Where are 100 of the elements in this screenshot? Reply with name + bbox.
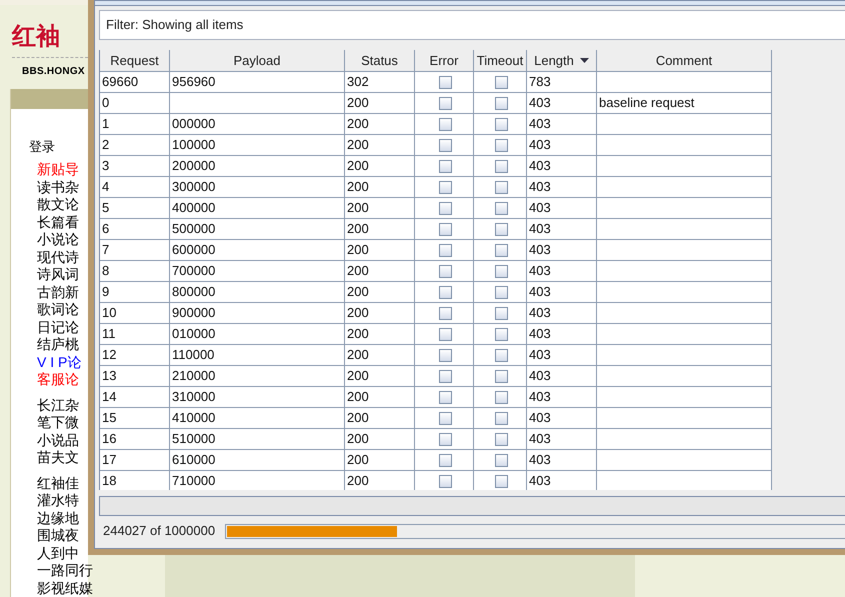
column-header[interactable]: Timeout — [474, 50, 527, 72]
forum-link[interactable]: 围城夜 — [37, 527, 79, 544]
table-cell: 200 — [345, 177, 415, 198]
forum-link[interactable]: 散文论 — [37, 196, 79, 214]
table-cell: 900000 — [170, 303, 345, 324]
checkbox[interactable] — [438, 264, 452, 278]
table-cell: 200000 — [170, 156, 345, 177]
checkbox[interactable] — [494, 96, 508, 110]
checkbox[interactable] — [438, 286, 452, 298]
checkbox[interactable] — [494, 454, 508, 466]
login-link[interactable]: 登录 — [29, 139, 55, 155]
checkbox[interactable] — [494, 202, 508, 214]
checkbox[interactable] — [494, 412, 508, 424]
forum-link[interactable]: V I P论 — [37, 354, 82, 371]
forum-link[interactable]: 结庐桃 — [37, 336, 79, 354]
table-cell: 500000 — [170, 219, 345, 240]
checkbox[interactable] — [494, 432, 508, 446]
checkbox[interactable] — [438, 370, 452, 382]
checkbox[interactable] — [494, 390, 508, 404]
checkbox[interactable] — [494, 180, 508, 194]
checkbox[interactable] — [438, 96, 452, 110]
column-header[interactable]: Request — [100, 50, 170, 72]
table-cell: 403 — [527, 324, 597, 345]
table-cell: 403 — [527, 282, 597, 303]
checkbox[interactable] — [438, 222, 452, 236]
table-cell: 510000 — [170, 429, 345, 450]
forum-link[interactable]: 灌水特 — [37, 492, 79, 510]
checkbox[interactable] — [438, 180, 452, 194]
table-cell: 610000 — [170, 450, 345, 471]
table-cell: 10 — [100, 303, 170, 324]
checkbox[interactable] — [438, 76, 452, 88]
checkbox[interactable] — [438, 474, 452, 488]
forum-link[interactable]: 诗风词 — [37, 266, 79, 284]
forum-link[interactable]: 长江杂 — [37, 396, 79, 414]
table-cell: 0 — [100, 93, 170, 114]
checkbox[interactable] — [494, 244, 508, 256]
checkbox[interactable] — [494, 306, 508, 320]
checkbox[interactable] — [494, 370, 508, 382]
checkbox[interactable] — [494, 328, 508, 340]
forum-link[interactable]: 古韵新 — [37, 284, 79, 301]
table-cell: 200 — [345, 261, 415, 282]
checkbox[interactable] — [438, 390, 452, 404]
checkbox[interactable] — [438, 244, 452, 256]
forum-link[interactable]: 一路同行 — [37, 562, 93, 580]
forum-link[interactable]: 客服论 — [37, 371, 79, 388]
forum-link[interactable]: 人到中 — [37, 544, 79, 562]
column-header[interactable]: Error — [415, 50, 474, 72]
forum-link[interactable]: 红袖佳 — [37, 474, 79, 492]
forum-link[interactable]: 苗夫文 — [37, 449, 79, 466]
checkbox[interactable] — [438, 202, 452, 214]
checkbox[interactable] — [438, 328, 452, 340]
column-header[interactable]: Comment — [597, 50, 772, 72]
forum-link[interactable]: 读书杂 — [37, 178, 79, 196]
forum-link[interactable]: 长篇看 — [37, 214, 79, 231]
table-cell: 7 — [100, 240, 170, 261]
forum-link[interactable]: 歌词论 — [37, 301, 79, 318]
table-cell: 200 — [345, 387, 415, 408]
checkbox[interactable] — [494, 76, 508, 88]
horizontal-scrollbar[interactable] — [99, 496, 845, 516]
table-cell: 12 — [100, 345, 170, 366]
checkbox[interactable] — [438, 454, 452, 466]
forum-link[interactable]: 新贴导 — [37, 161, 79, 178]
forum-link[interactable]: 影视纸媒 — [37, 580, 93, 597]
table-cell: 200 — [345, 324, 415, 345]
checkbox[interactable] — [438, 160, 452, 172]
checkbox[interactable] — [494, 222, 508, 236]
column-header[interactable]: Status — [345, 50, 415, 72]
checkbox[interactable] — [494, 348, 508, 362]
table-cell: 200 — [345, 240, 415, 261]
table-cell: 200 — [345, 366, 415, 387]
forum-link[interactable]: 边缘地 — [37, 510, 79, 527]
forum-link[interactable]: 现代诗 — [37, 248, 79, 266]
checkbox[interactable] — [438, 138, 452, 152]
forum-link[interactable]: 日记论 — [37, 318, 79, 336]
checkbox[interactable] — [438, 432, 452, 446]
forum-link[interactable]: 小说品 — [37, 432, 79, 449]
checkbox[interactable] — [494, 286, 508, 298]
column-header[interactable]: Length — [527, 50, 597, 72]
table-cell: 8 — [100, 261, 170, 282]
checkbox[interactable] — [494, 264, 508, 278]
checkbox[interactable] — [438, 348, 452, 362]
table-cell: 200 — [345, 450, 415, 471]
checkbox[interactable] — [438, 412, 452, 424]
filter-bar[interactable]: Filter: Showing all items — [99, 10, 845, 40]
checkbox[interactable] — [438, 118, 452, 130]
checkbox[interactable] — [494, 138, 508, 152]
column-header[interactable]: Payload — [170, 50, 345, 72]
table-cell: 200 — [345, 156, 415, 177]
checkbox[interactable] — [494, 474, 508, 488]
checkbox[interactable] — [494, 160, 508, 172]
forum-link[interactable]: 笔下微 — [37, 414, 79, 432]
forum-link[interactable]: 小说论 — [37, 231, 79, 248]
table-cell: 200 — [345, 408, 415, 429]
checkbox[interactable] — [438, 306, 452, 320]
sort-down-icon — [580, 58, 589, 63]
table-cell: 700000 — [170, 261, 345, 282]
checkbox[interactable] — [494, 118, 508, 130]
table-cell: 403 — [527, 177, 597, 198]
table-cell: 1 — [100, 114, 170, 135]
table-cell: 403 — [527, 198, 597, 219]
